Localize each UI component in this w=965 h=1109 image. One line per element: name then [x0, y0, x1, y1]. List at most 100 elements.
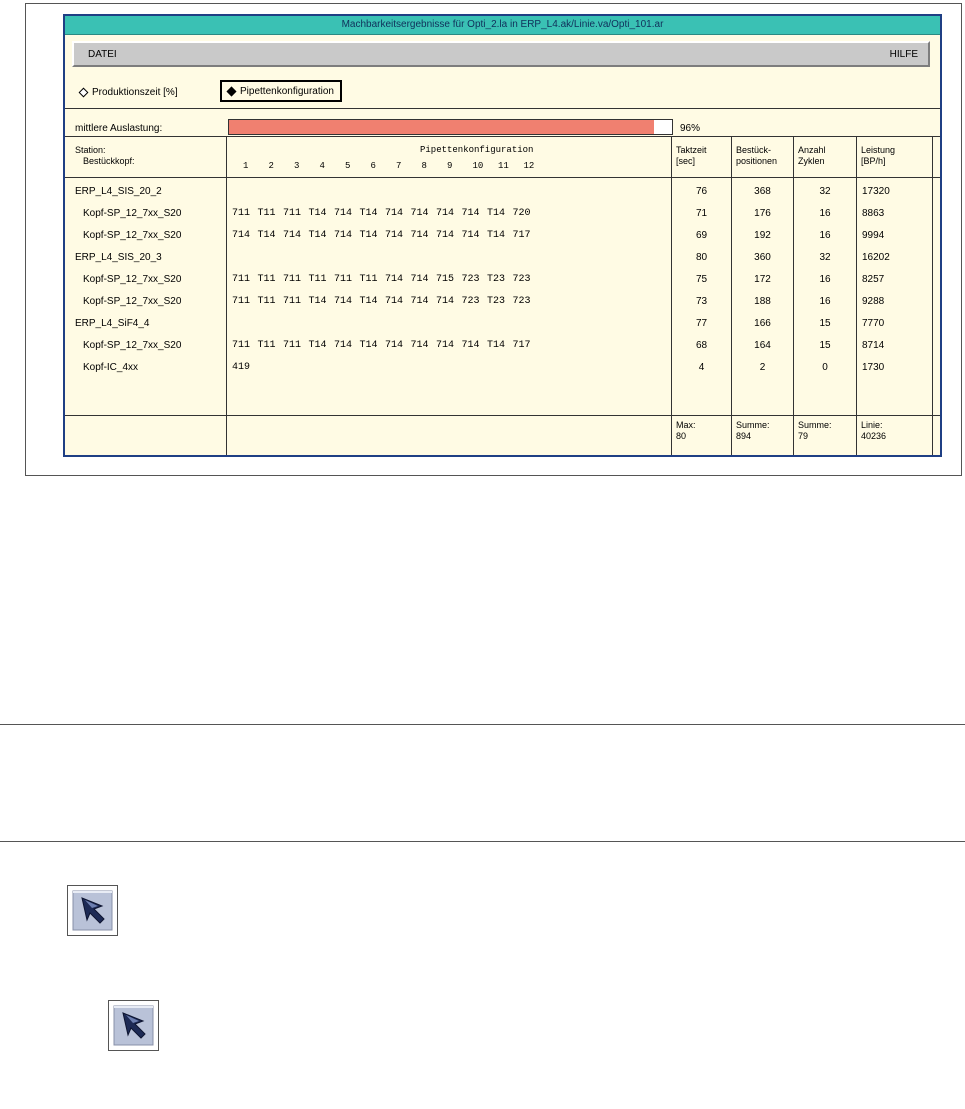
zyklen-cell: 32 — [819, 186, 831, 197]
header-station: Station: Bestückkopf: — [75, 145, 135, 167]
pipette-cell: T11 — [308, 274, 327, 285]
leistung-cell: 1730 — [862, 362, 885, 373]
leistung-cell: 9288 — [862, 296, 885, 307]
pipette-cell: 714 — [385, 296, 404, 307]
pipette-cell: 717 — [512, 230, 531, 241]
pipette-column-number: 9 — [447, 161, 453, 171]
option-produktionszeit[interactable]: Produktionszeit [%] — [78, 87, 178, 98]
pipette-cell: 714 — [410, 230, 429, 241]
footer-zyklen-line2: 79 — [798, 431, 809, 441]
pipette-cell: 711 — [283, 208, 302, 219]
menu-hilfe[interactable]: HILFE — [890, 49, 918, 60]
header-positionen: Bestück- positionen — [736, 145, 777, 167]
option-pipettenkonfiguration-label: Pipettenkonfiguration — [240, 85, 334, 97]
pipette-cell: 714 — [410, 296, 429, 307]
pipette-column-number: 12 — [523, 161, 535, 171]
utilization-bar-fill — [229, 120, 655, 134]
radio-diamond-icon — [78, 87, 89, 98]
zyklen-cell: 16 — [819, 230, 831, 241]
pipette-cell: T23 — [487, 296, 506, 307]
header-taktzeit: Taktzeit [sec] — [676, 145, 707, 167]
pipette-cell: T14 — [308, 296, 327, 307]
positionen-cell: 360 — [754, 252, 771, 263]
divider — [65, 136, 940, 137]
zyklen-cell: 16 — [819, 208, 831, 219]
column-divider — [226, 136, 227, 455]
select-tool-button[interactable] — [67, 885, 118, 936]
positionen-cell: 188 — [754, 296, 771, 307]
option-pipettenkonfiguration[interactable]: Pipettenkonfiguration — [220, 80, 342, 102]
pipette-cell: T11 — [257, 296, 276, 307]
utilization-value: 96% — [680, 123, 701, 134]
positionen-cell: 172 — [754, 274, 771, 285]
pipette-cell: T23 — [487, 274, 506, 285]
pipette-cell: T14 — [487, 208, 506, 219]
pipette-cell: 714 — [410, 274, 429, 285]
pipette-cell: 714 — [385, 340, 404, 351]
header-zyklen-line2: Zyklen — [798, 156, 825, 166]
footer-taktzeit-line1: Max: — [676, 420, 696, 430]
leistung-cell: 17320 — [862, 186, 890, 197]
taktzeit-cell: 68 — [695, 340, 708, 351]
positionen-cell: 164 — [754, 340, 771, 351]
positionen-cell: 192 — [754, 230, 771, 241]
column-divider — [932, 136, 933, 455]
footer-leistung-line2: 40236 — [861, 431, 887, 441]
pipette-cell: 723 — [512, 274, 531, 285]
pipette-cell: 711 — [334, 274, 353, 285]
pipette-cell: 714 — [461, 340, 480, 351]
pipette-cell: 714 — [436, 208, 455, 219]
pipette-cell: 714 — [436, 296, 455, 307]
pipette-cell: 711 — [232, 340, 251, 351]
leistung-cell: 16202 — [862, 252, 890, 263]
pipette-cell: 714 — [436, 230, 455, 241]
pipette-cell: 711 — [283, 340, 302, 351]
header-zyklen: Anzahl Zyklen — [798, 145, 826, 167]
header-taktzeit-line2: [sec] — [676, 156, 696, 166]
pipette-cell: T14 — [487, 230, 506, 241]
results-window: Machbarkeitsergebnisse für Opti_2.la in … — [63, 14, 942, 457]
taktzeit-cell: 69 — [695, 230, 708, 241]
positionen-cell: 2 — [759, 362, 766, 373]
utilization-label: mittlere Auslastung: — [75, 123, 163, 134]
footer-zyklen: Summe: 79 — [798, 420, 832, 442]
utilization-bar — [228, 119, 673, 135]
positionen-cell: 166 — [754, 318, 771, 329]
select-tool-button[interactable] — [108, 1000, 159, 1051]
pipette-cell: 717 — [512, 340, 531, 351]
pipette-cell: 711 — [283, 274, 302, 285]
pipette-cell: 723 — [461, 296, 480, 307]
footer-taktzeit-line2: 80 — [676, 431, 687, 441]
pipette-cell: 714 — [334, 296, 353, 307]
leistung-cell: 8863 — [862, 208, 885, 219]
menu-datei[interactable]: DATEI — [88, 49, 117, 60]
pipette-column-number: 5 — [345, 161, 351, 171]
positionen-cell: 368 — [754, 186, 771, 197]
pipette-column-number: 8 — [421, 161, 427, 171]
header-taktzeit-line1: Taktzeit — [676, 145, 707, 155]
station-name: Kopf-SP_12_7xx_S20 — [83, 230, 182, 241]
pipette-cell: 714 — [334, 208, 353, 219]
zyklen-cell: 32 — [819, 252, 831, 263]
pipette-cell: T11 — [257, 208, 276, 219]
leistung-cell: 8257 — [862, 274, 885, 285]
radio-diamond-selected-icon — [226, 86, 237, 96]
station-name: Kopf-SP_12_7xx_S20 — [83, 208, 182, 219]
footer-positionen: Summe: 894 — [736, 420, 770, 442]
page-rule — [0, 841, 965, 842]
pipette-cell: T14 — [359, 340, 378, 351]
pipette-cell: 723 — [461, 274, 480, 285]
leistung-cell: 9994 — [862, 230, 885, 241]
footer-leistung-line1: Linie: — [861, 420, 883, 430]
pipette-cell: T14 — [359, 230, 378, 241]
pipette-cell: 714 — [410, 340, 429, 351]
pipette-cell: 711 — [232, 274, 251, 285]
pipette-cell: 714 — [232, 230, 251, 241]
station-name: ERP_L4_SIS_20_3 — [75, 252, 162, 263]
pipette-cell: 711 — [283, 296, 302, 307]
taktzeit-cell: 75 — [695, 274, 708, 285]
pipette-cell: 419 — [232, 362, 251, 373]
divider — [65, 108, 940, 109]
zyklen-cell: 15 — [819, 340, 831, 351]
page-rule — [0, 724, 965, 725]
